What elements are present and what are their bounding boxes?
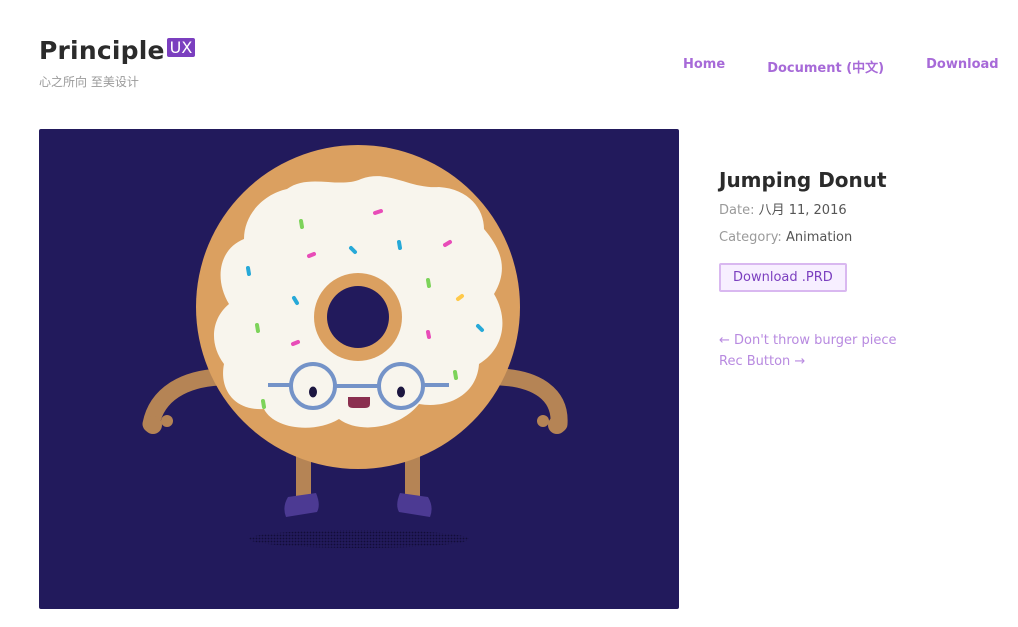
left-shoe bbox=[284, 493, 319, 517]
shadow bbox=[249, 530, 469, 548]
logo-badge: UX bbox=[166, 38, 196, 57]
post-category: Category: Animation bbox=[719, 229, 999, 246]
next-post-link[interactable]: Rec Button → bbox=[719, 351, 999, 372]
main-nav: Home Document (中文) Download bbox=[683, 57, 999, 76]
nav-home[interactable]: Home bbox=[683, 57, 725, 76]
left-eye bbox=[309, 386, 317, 398]
site-logo[interactable]: Principle UX bbox=[39, 36, 196, 65]
post-sidebar: Jumping Donut Date: 八月 11, 2016 Category… bbox=[719, 168, 999, 372]
logo-text: Principle bbox=[39, 36, 165, 65]
site-tagline: 心之所向 至美设计 bbox=[39, 75, 139, 89]
post-title: Jumping Donut bbox=[719, 168, 887, 192]
artwork-image bbox=[39, 129, 679, 609]
category-label: Category: bbox=[719, 230, 782, 245]
date-value: 八月 11, 2016 bbox=[758, 203, 847, 218]
date-label: Date: bbox=[719, 203, 755, 218]
prev-post-link[interactable]: ← Don't throw burger piece bbox=[719, 330, 999, 351]
post-date: Date: 八月 11, 2016 bbox=[719, 202, 999, 219]
nav-document[interactable]: Document (中文) bbox=[767, 57, 884, 76]
right-shoe bbox=[397, 493, 432, 517]
mouth bbox=[348, 397, 370, 408]
left-arm bbox=[142, 368, 228, 433]
right-eye bbox=[397, 386, 405, 398]
right-arm bbox=[492, 368, 568, 433]
nav-download[interactable]: Download bbox=[926, 57, 998, 76]
download-prd-button[interactable]: Download .PRD bbox=[719, 263, 847, 292]
post-navigation: ← Don't throw burger piece Rec Button → bbox=[719, 330, 999, 372]
category-value[interactable]: Animation bbox=[786, 230, 852, 245]
donut-character-illustration bbox=[142, 145, 568, 548]
donut-hole bbox=[327, 286, 389, 348]
